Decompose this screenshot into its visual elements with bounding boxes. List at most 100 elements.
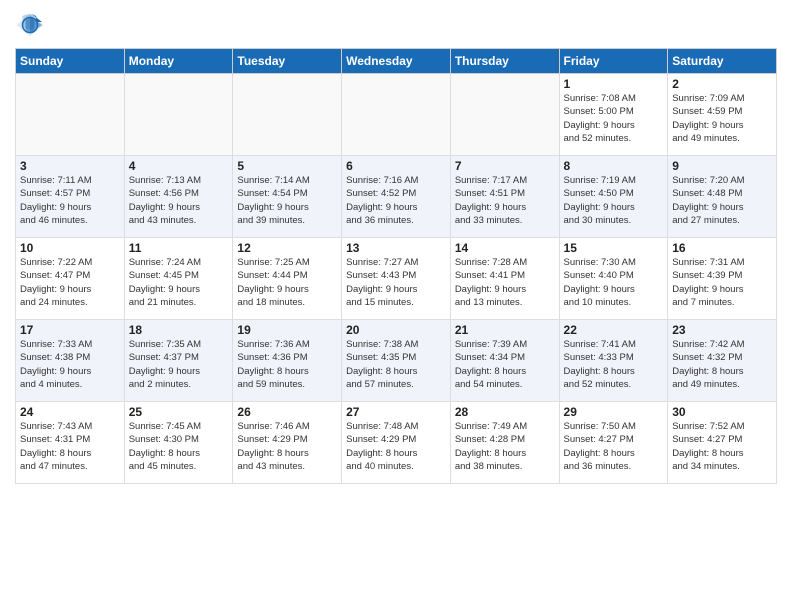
weekday-header: Saturday	[668, 49, 777, 74]
day-info: Sunrise: 7:46 AM Sunset: 4:29 PM Dayligh…	[237, 420, 337, 473]
calendar-day-cell: 1Sunrise: 7:08 AM Sunset: 5:00 PM Daylig…	[559, 74, 668, 156]
day-number: 3	[20, 159, 120, 173]
day-info: Sunrise: 7:39 AM Sunset: 4:34 PM Dayligh…	[455, 338, 555, 391]
day-number: 17	[20, 323, 120, 337]
day-info: Sunrise: 7:13 AM Sunset: 4:56 PM Dayligh…	[129, 174, 229, 227]
calendar-day-cell: 30Sunrise: 7:52 AM Sunset: 4:27 PM Dayli…	[668, 402, 777, 484]
day-info: Sunrise: 7:09 AM Sunset: 4:59 PM Dayligh…	[672, 92, 772, 145]
calendar-table: SundayMondayTuesdayWednesdayThursdayFrid…	[15, 48, 777, 484]
day-info: Sunrise: 7:17 AM Sunset: 4:51 PM Dayligh…	[455, 174, 555, 227]
calendar-day-cell: 24Sunrise: 7:43 AM Sunset: 4:31 PM Dayli…	[16, 402, 125, 484]
day-info: Sunrise: 7:52 AM Sunset: 4:27 PM Dayligh…	[672, 420, 772, 473]
calendar-day-cell: 29Sunrise: 7:50 AM Sunset: 4:27 PM Dayli…	[559, 402, 668, 484]
day-info: Sunrise: 7:45 AM Sunset: 4:30 PM Dayligh…	[129, 420, 229, 473]
calendar-day-cell: 8Sunrise: 7:19 AM Sunset: 4:50 PM Daylig…	[559, 156, 668, 238]
day-number: 5	[237, 159, 337, 173]
day-info: Sunrise: 7:38 AM Sunset: 4:35 PM Dayligh…	[346, 338, 446, 391]
calendar-day-cell: 6Sunrise: 7:16 AM Sunset: 4:52 PM Daylig…	[342, 156, 451, 238]
day-number: 15	[564, 241, 664, 255]
calendar-day-cell: 13Sunrise: 7:27 AM Sunset: 4:43 PM Dayli…	[342, 238, 451, 320]
day-info: Sunrise: 7:36 AM Sunset: 4:36 PM Dayligh…	[237, 338, 337, 391]
calendar-day-cell: 11Sunrise: 7:24 AM Sunset: 4:45 PM Dayli…	[124, 238, 233, 320]
day-info: Sunrise: 7:48 AM Sunset: 4:29 PM Dayligh…	[346, 420, 446, 473]
day-number: 9	[672, 159, 772, 173]
day-number: 13	[346, 241, 446, 255]
page-header	[15, 10, 777, 40]
calendar-header-row: SundayMondayTuesdayWednesdayThursdayFrid…	[16, 49, 777, 74]
day-info: Sunrise: 7:43 AM Sunset: 4:31 PM Dayligh…	[20, 420, 120, 473]
calendar-day-cell: 18Sunrise: 7:35 AM Sunset: 4:37 PM Dayli…	[124, 320, 233, 402]
day-info: Sunrise: 7:25 AM Sunset: 4:44 PM Dayligh…	[237, 256, 337, 309]
day-info: Sunrise: 7:33 AM Sunset: 4:38 PM Dayligh…	[20, 338, 120, 391]
day-number: 29	[564, 405, 664, 419]
calendar-day-cell: 19Sunrise: 7:36 AM Sunset: 4:36 PM Dayli…	[233, 320, 342, 402]
day-number: 23	[672, 323, 772, 337]
day-number: 7	[455, 159, 555, 173]
weekday-header: Thursday	[450, 49, 559, 74]
calendar-day-cell: 15Sunrise: 7:30 AM Sunset: 4:40 PM Dayli…	[559, 238, 668, 320]
calendar-day-cell: 17Sunrise: 7:33 AM Sunset: 4:38 PM Dayli…	[16, 320, 125, 402]
day-info: Sunrise: 7:49 AM Sunset: 4:28 PM Dayligh…	[455, 420, 555, 473]
calendar-day-cell: 22Sunrise: 7:41 AM Sunset: 4:33 PM Dayli…	[559, 320, 668, 402]
calendar-day-cell: 7Sunrise: 7:17 AM Sunset: 4:51 PM Daylig…	[450, 156, 559, 238]
day-info: Sunrise: 7:50 AM Sunset: 4:27 PM Dayligh…	[564, 420, 664, 473]
calendar-week-row: 3Sunrise: 7:11 AM Sunset: 4:57 PM Daylig…	[16, 156, 777, 238]
weekday-header: Wednesday	[342, 49, 451, 74]
calendar-day-cell: 5Sunrise: 7:14 AM Sunset: 4:54 PM Daylig…	[233, 156, 342, 238]
day-number: 11	[129, 241, 229, 255]
weekday-header: Friday	[559, 49, 668, 74]
calendar-day-cell	[124, 74, 233, 156]
calendar-day-cell: 9Sunrise: 7:20 AM Sunset: 4:48 PM Daylig…	[668, 156, 777, 238]
day-number: 22	[564, 323, 664, 337]
calendar-week-row: 10Sunrise: 7:22 AM Sunset: 4:47 PM Dayli…	[16, 238, 777, 320]
day-number: 2	[672, 77, 772, 91]
calendar-day-cell: 27Sunrise: 7:48 AM Sunset: 4:29 PM Dayli…	[342, 402, 451, 484]
day-info: Sunrise: 7:11 AM Sunset: 4:57 PM Dayligh…	[20, 174, 120, 227]
calendar-day-cell: 25Sunrise: 7:45 AM Sunset: 4:30 PM Dayli…	[124, 402, 233, 484]
calendar-day-cell: 3Sunrise: 7:11 AM Sunset: 4:57 PM Daylig…	[16, 156, 125, 238]
day-number: 1	[564, 77, 664, 91]
day-info: Sunrise: 7:42 AM Sunset: 4:32 PM Dayligh…	[672, 338, 772, 391]
day-number: 10	[20, 241, 120, 255]
calendar-day-cell: 12Sunrise: 7:25 AM Sunset: 4:44 PM Dayli…	[233, 238, 342, 320]
calendar-week-row: 24Sunrise: 7:43 AM Sunset: 4:31 PM Dayli…	[16, 402, 777, 484]
day-number: 20	[346, 323, 446, 337]
calendar-week-row: 17Sunrise: 7:33 AM Sunset: 4:38 PM Dayli…	[16, 320, 777, 402]
day-number: 18	[129, 323, 229, 337]
day-info: Sunrise: 7:19 AM Sunset: 4:50 PM Dayligh…	[564, 174, 664, 227]
day-info: Sunrise: 7:24 AM Sunset: 4:45 PM Dayligh…	[129, 256, 229, 309]
logo-icon	[15, 10, 45, 40]
calendar-day-cell	[342, 74, 451, 156]
day-number: 30	[672, 405, 772, 419]
day-info: Sunrise: 7:16 AM Sunset: 4:52 PM Dayligh…	[346, 174, 446, 227]
day-number: 25	[129, 405, 229, 419]
day-info: Sunrise: 7:20 AM Sunset: 4:48 PM Dayligh…	[672, 174, 772, 227]
day-number: 12	[237, 241, 337, 255]
day-info: Sunrise: 7:22 AM Sunset: 4:47 PM Dayligh…	[20, 256, 120, 309]
calendar-day-cell: 10Sunrise: 7:22 AM Sunset: 4:47 PM Dayli…	[16, 238, 125, 320]
calendar-day-cell	[233, 74, 342, 156]
day-info: Sunrise: 7:35 AM Sunset: 4:37 PM Dayligh…	[129, 338, 229, 391]
day-number: 6	[346, 159, 446, 173]
calendar-day-cell: 2Sunrise: 7:09 AM Sunset: 4:59 PM Daylig…	[668, 74, 777, 156]
weekday-header: Tuesday	[233, 49, 342, 74]
calendar-day-cell: 16Sunrise: 7:31 AM Sunset: 4:39 PM Dayli…	[668, 238, 777, 320]
calendar-day-cell: 14Sunrise: 7:28 AM Sunset: 4:41 PM Dayli…	[450, 238, 559, 320]
calendar-day-cell: 4Sunrise: 7:13 AM Sunset: 4:56 PM Daylig…	[124, 156, 233, 238]
day-number: 27	[346, 405, 446, 419]
calendar-day-cell: 26Sunrise: 7:46 AM Sunset: 4:29 PM Dayli…	[233, 402, 342, 484]
day-info: Sunrise: 7:28 AM Sunset: 4:41 PM Dayligh…	[455, 256, 555, 309]
day-number: 26	[237, 405, 337, 419]
day-number: 24	[20, 405, 120, 419]
day-info: Sunrise: 7:08 AM Sunset: 5:00 PM Dayligh…	[564, 92, 664, 145]
day-info: Sunrise: 7:31 AM Sunset: 4:39 PM Dayligh…	[672, 256, 772, 309]
calendar-week-row: 1Sunrise: 7:08 AM Sunset: 5:00 PM Daylig…	[16, 74, 777, 156]
day-number: 21	[455, 323, 555, 337]
calendar-day-cell	[16, 74, 125, 156]
weekday-header: Sunday	[16, 49, 125, 74]
day-info: Sunrise: 7:30 AM Sunset: 4:40 PM Dayligh…	[564, 256, 664, 309]
day-number: 16	[672, 241, 772, 255]
page-container: SundayMondayTuesdayWednesdayThursdayFrid…	[0, 0, 792, 612]
day-number: 8	[564, 159, 664, 173]
day-number: 28	[455, 405, 555, 419]
